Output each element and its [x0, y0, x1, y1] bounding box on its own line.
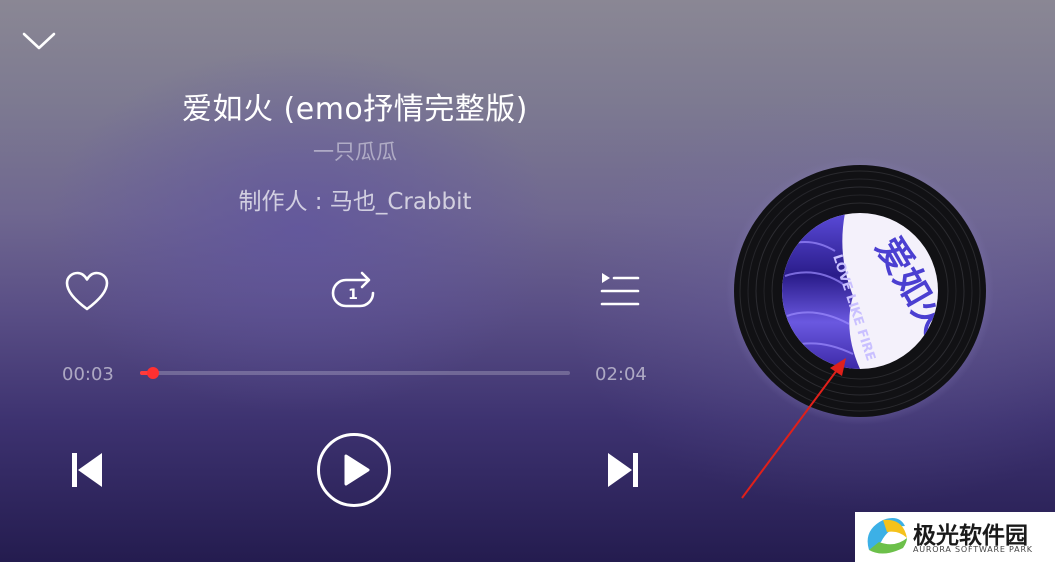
skip-next-icon	[608, 453, 638, 487]
repeat-badge: 1	[348, 287, 358, 303]
collapse-button[interactable]	[20, 26, 60, 56]
progress-thumb[interactable]	[146, 367, 159, 379]
next-button[interactable]	[602, 450, 642, 490]
previous-button[interactable]	[68, 450, 108, 490]
chevron-down-icon	[22, 32, 56, 50]
play-icon	[317, 433, 391, 507]
total-time: 02:04	[595, 364, 647, 385]
current-time: 00:03	[62, 364, 114, 385]
repeat-one-icon: 1	[331, 271, 375, 308]
watermark-logo: 极光软件园 AURORA SOFTWARE PARK	[855, 512, 1055, 562]
producer-credit: 制作人 : 马也_Crabbit	[238, 189, 472, 215]
playlist-button[interactable]	[598, 270, 642, 310]
aurora-logo-icon	[867, 518, 907, 554]
artist-name[interactable]: 一只瓜瓜	[0, 136, 710, 166]
progress-bar[interactable]	[140, 367, 570, 379]
heart-icon	[65, 271, 109, 311]
repeat-mode-button[interactable]: 1	[328, 268, 380, 314]
song-title: 爱如火 (emo抒情完整版)	[182, 92, 528, 127]
annotation-arrow	[741, 358, 846, 499]
playlist-icon	[600, 273, 640, 306]
play-button[interactable]	[316, 432, 392, 508]
watermark-subtitle: AURORA SOFTWARE PARK	[913, 545, 1033, 554]
favorite-button[interactable]	[64, 270, 110, 314]
skip-previous-icon	[72, 453, 102, 487]
